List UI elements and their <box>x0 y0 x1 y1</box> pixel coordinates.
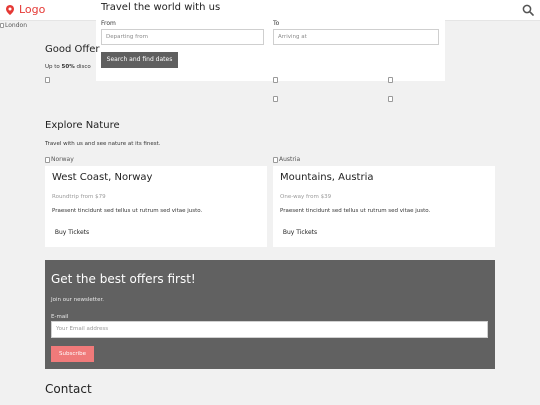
booking-panel: Travel the world with us From Departing … <box>96 0 445 81</box>
email-field[interactable]: Your Email address <box>51 321 488 338</box>
newsletter-subtitle: Join our newsletter. <box>51 297 104 303</box>
offers-title: Good Offer <box>45 44 100 55</box>
search-dates-button[interactable]: Search and find dates <box>101 52 178 68</box>
broken-image-icon <box>388 77 393 83</box>
card-price: Roundtrip from $79 <box>52 194 106 200</box>
broken-image-icon <box>45 156 50 163</box>
broken-image-icon <box>0 23 4 28</box>
broken-image-icon <box>45 77 50 83</box>
newsletter-title: Get the best offers first! <box>51 272 196 286</box>
offer-image <box>273 96 279 102</box>
email-label: E-mail <box>51 314 69 320</box>
logo-label: Logo <box>19 3 46 16</box>
offer-image <box>45 77 51 83</box>
card-image-austria: Austria <box>273 156 300 163</box>
explore-subtitle: Travel with us and see nature at its fin… <box>45 141 161 147</box>
explore-title: Explore Nature <box>45 120 120 131</box>
buy-tickets-button[interactable]: Buy Tickets <box>52 225 92 241</box>
from-label: From <box>101 20 116 27</box>
newsletter-section: Get the best offers first! Join our news… <box>45 260 495 369</box>
logo-link[interactable]: Logo <box>6 3 45 17</box>
card-price: One-way from $39 <box>280 194 332 200</box>
offer-image <box>388 96 394 102</box>
card-image-norway: Norway <box>45 156 74 163</box>
card-description: Praesent tincidunt sed tellus ut rutrum … <box>280 208 431 214</box>
booking-title: Travel the world with us <box>101 2 221 13</box>
offer-image <box>273 77 279 83</box>
broken-image-icon <box>273 96 278 102</box>
offer-image <box>388 77 394 83</box>
card-title: West Coast, Norway <box>52 172 153 183</box>
card-description: Praesent tincidunt sed tellus ut rutrum … <box>52 208 203 214</box>
to-input[interactable]: Arriving at <box>273 29 439 45</box>
contact-title: Contact <box>45 382 92 396</box>
hero-image-alt: London <box>5 22 27 29</box>
offers-subtitle: Up to 50% disco <box>45 64 91 70</box>
broken-image-icon <box>273 156 278 163</box>
destination-card: West Coast, Norway Roundtrip from $79 Pr… <box>45 166 267 247</box>
to-label: To <box>273 20 280 27</box>
subscribe-button[interactable]: Subscribe <box>51 346 94 362</box>
broken-image-icon <box>273 77 278 83</box>
broken-image-icon <box>388 96 393 102</box>
from-input[interactable]: Departing from <box>101 29 264 45</box>
destination-card: Mountains, Austria One-way from $39 Prae… <box>273 166 495 247</box>
map-marker-icon <box>6 5 14 15</box>
search-icon[interactable] <box>522 4 534 16</box>
card-title: Mountains, Austria <box>280 172 374 183</box>
buy-tickets-button[interactable]: Buy Tickets <box>280 225 320 241</box>
hero-image: London <box>0 22 27 29</box>
